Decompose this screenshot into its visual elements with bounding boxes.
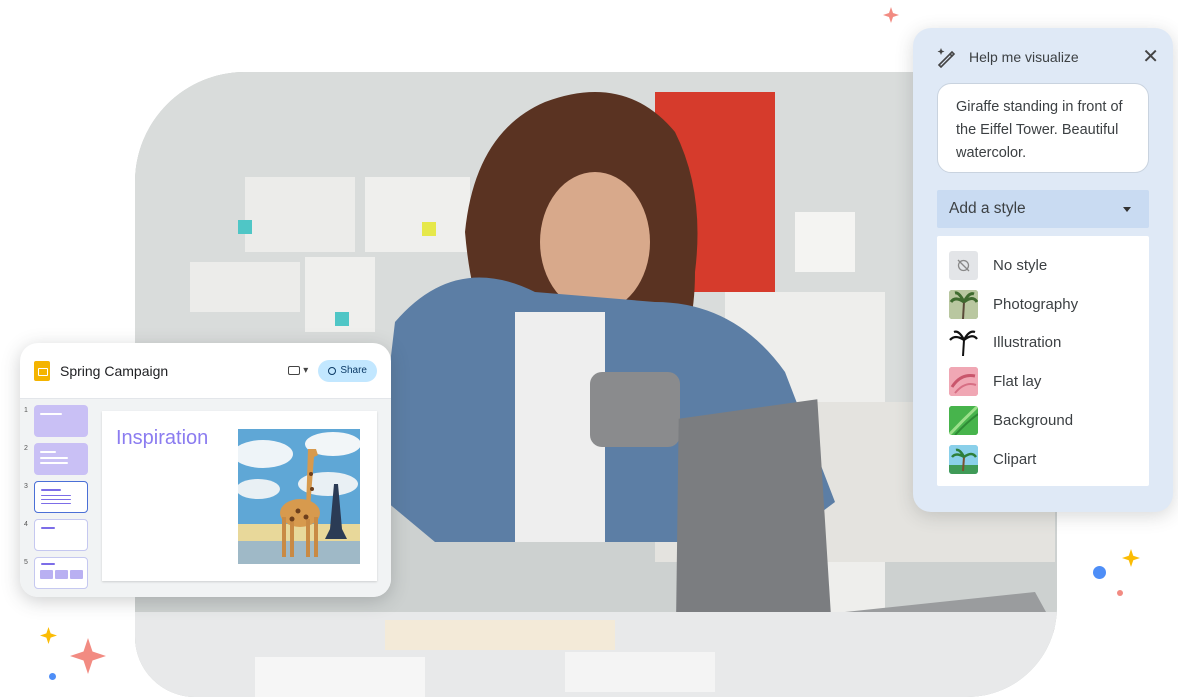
document-title[interactable]: Spring Campaign bbox=[60, 363, 288, 379]
style-option-label: Clipart bbox=[993, 450, 1037, 468]
add-style-label: Add a style bbox=[949, 200, 1026, 217]
slide-number: 4 bbox=[24, 521, 28, 528]
decor-dot bbox=[1117, 590, 1123, 596]
sparkle-icon bbox=[883, 7, 899, 23]
slides-editor: 1 2 3 4 5 Inspiration bbox=[20, 399, 391, 597]
slide-canvas[interactable]: Inspiration bbox=[102, 411, 377, 581]
decor-dot bbox=[49, 673, 56, 680]
style-option-label: Flat lay bbox=[993, 373, 1042, 391]
illustration-icon bbox=[949, 328, 978, 358]
close-button[interactable]: ✕ bbox=[1142, 47, 1159, 67]
help-me-visualize-panel: Help me visualize ✕ Giraffe standing in … bbox=[913, 28, 1173, 512]
panel-title: Help me visualize bbox=[969, 49, 1079, 65]
style-option-photography[interactable]: Photography bbox=[937, 285, 1149, 324]
caret-down-icon bbox=[1123, 206, 1131, 212]
style-option-label: Photography bbox=[993, 295, 1079, 313]
share-label: Share bbox=[340, 365, 367, 376]
magic-pencil-icon bbox=[937, 48, 956, 68]
slides-window: Spring Campaign ▾ Share 1 2 3 4 5 Inspir… bbox=[20, 343, 391, 597]
slide-thumbnail[interactable]: 4 bbox=[24, 519, 94, 557]
no-style-icon bbox=[949, 250, 978, 280]
meet-button[interactable]: ▾ bbox=[288, 365, 308, 376]
slide-thumbnail[interactable]: 2 bbox=[24, 443, 94, 481]
style-option-background[interactable]: Background bbox=[937, 401, 1149, 440]
add-style-dropdown[interactable]: Add a style bbox=[937, 190, 1149, 228]
style-option-flat-lay[interactable]: Flat lay bbox=[937, 362, 1149, 401]
slide-number: 2 bbox=[24, 445, 28, 452]
style-option-illustration[interactable]: Illustration bbox=[937, 324, 1149, 363]
style-option-label: Illustration bbox=[993, 334, 1062, 352]
flat-lay-icon bbox=[949, 367, 978, 397]
slide-number: 5 bbox=[24, 559, 28, 566]
chevron-down-icon: ▾ bbox=[303, 365, 309, 376]
slide-thumbnail[interactable]: 1 bbox=[24, 405, 94, 443]
slide-thumbnail-list: 1 2 3 4 5 bbox=[24, 405, 94, 595]
sparkle-icon bbox=[1122, 549, 1140, 567]
sparkle-icon bbox=[70, 638, 106, 674]
slide-thumbnail[interactable]: 5 bbox=[24, 557, 94, 595]
photography-icon bbox=[949, 289, 978, 319]
style-option-clipart[interactable]: Clipart bbox=[937, 440, 1149, 479]
giraffe-watercolor-image bbox=[238, 429, 360, 564]
person-icon bbox=[328, 366, 337, 375]
style-options-list: No style Photography Illustration Flat l… bbox=[937, 236, 1149, 486]
style-option-label: Background bbox=[993, 412, 1074, 430]
slide-number: 3 bbox=[24, 483, 28, 490]
style-option-no-style[interactable]: No style bbox=[937, 246, 1149, 285]
slides-header: Spring Campaign ▾ Share bbox=[20, 343, 391, 399]
background-icon bbox=[949, 406, 978, 436]
slide-thumbnail-selected[interactable]: 3 bbox=[24, 481, 94, 519]
marketing-hero: Spring Campaign ▾ Share 1 2 3 4 5 Inspir… bbox=[0, 0, 1178, 697]
style-option-label: No style bbox=[993, 256, 1048, 274]
slide-heading[interactable]: Inspiration bbox=[116, 427, 208, 450]
decor-dot bbox=[1093, 566, 1106, 579]
slide-number: 1 bbox=[24, 407, 28, 414]
video-camera-icon bbox=[288, 366, 301, 375]
share-button[interactable]: Share bbox=[318, 359, 377, 382]
panel-header: Help me visualize ✕ bbox=[935, 44, 1159, 70]
sparkle-icon bbox=[40, 627, 57, 644]
clipart-icon bbox=[949, 444, 978, 474]
giraffe-eiffel-image[interactable] bbox=[238, 429, 360, 564]
slides-app-icon bbox=[34, 360, 50, 381]
prompt-input[interactable]: Giraffe standing in front of the Eiffel … bbox=[937, 83, 1149, 173]
